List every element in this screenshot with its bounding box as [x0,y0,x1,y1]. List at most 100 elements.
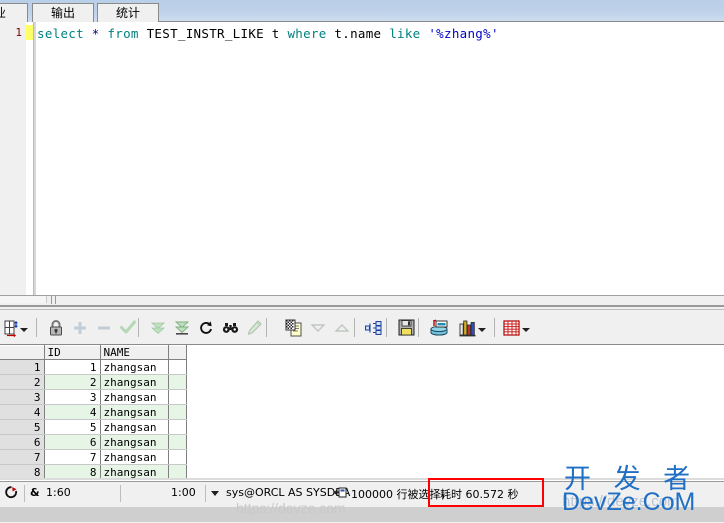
insert-row-button[interactable] [68,315,92,340]
save-button[interactable] [394,315,418,340]
cell-id[interactable]: 4 [44,404,101,420]
highlight-button[interactable] [242,315,266,340]
splitter-grip-icon [55,296,56,304]
cell-name[interactable]: zhangsan [100,404,169,420]
floppy-disk-icon [398,319,414,336]
sql-code-line[interactable]: select * from TEST_INSTR_LIKE t where t.… [37,26,499,41]
fetch-next-page-button[interactable] [146,315,170,340]
table-row[interactable]: 5 5 zhangsan [0,419,187,435]
cell-rownum[interactable]: 2 [0,374,45,390]
find-button[interactable] [218,315,242,340]
watermark-url-secondary: https://devze.com [236,500,346,516]
column-header-name[interactable]: NAME [100,345,169,360]
grid-style-button[interactable] [500,315,524,340]
cell-pad[interactable] [168,404,187,420]
sql-token-string-literal: '%zhang%' [428,26,499,41]
cell-pad[interactable] [168,359,187,375]
toolbar-separator [266,318,267,337]
connection-dropdown-icon[interactable] [211,491,219,496]
table-body: 1 1 zhangsan 2 2 zhangsan 3 3 zhangsan 4 4 zhangsan… [0,359,187,480]
connection-info: sys@ORCL AS SYSDBA [226,486,351,499]
cell-pad[interactable] [168,419,187,435]
line-modified-marker [26,25,33,40]
copy-document-icon [285,319,301,336]
post-changes-button[interactable] [116,315,140,340]
table-row[interactable]: 7 7 zhangsan [0,449,187,465]
cell-rownum[interactable]: 4 [0,404,45,420]
cell-name[interactable]: zhangsan [100,419,169,435]
cell-id[interactable]: 6 [44,434,101,450]
results-table: ID NAME 1 1 zhangsan 2 2 zhangsan 3 3 zhangsan 4 4… [0,345,187,480]
splitter-grip-icon [51,296,52,304]
delete-row-button[interactable] [92,315,116,340]
tab-partial[interactable]: 业 [0,3,28,22]
results-grid[interactable]: ID NAME 1 1 zhangsan 2 2 zhangsan 3 3 zhangsan 4 4… [0,344,724,481]
cell-name[interactable]: zhangsan [100,374,169,390]
toolbar-separator [494,318,495,337]
red-table-icon [503,319,520,336]
fetch-last-page-button[interactable] [170,315,194,340]
export-data-button[interactable] [428,315,452,340]
cell-id[interactable]: 1 [44,359,101,375]
double-down-arrow-icon [150,322,166,334]
grid-view-dropdown[interactable] [20,326,29,335]
column-header-pad[interactable] [168,345,187,360]
marker-pen-icon [247,319,262,335]
sql-space-1 [84,26,92,41]
cell-rownum[interactable]: 1 [0,359,45,375]
cell-rownum[interactable]: 7 [0,449,45,465]
cell-pad[interactable] [168,374,187,390]
tab-output-label: 输出 [50,6,75,20]
cell-name[interactable]: zhangsan [100,449,169,465]
check-icon [120,320,136,334]
cell-pad[interactable] [168,434,187,450]
status-bar-footer [0,507,724,522]
grid-bottom-edge [0,478,724,480]
node-tree-icon [365,320,382,335]
sql-token-select: select [37,26,84,41]
line-number: 1 [15,26,22,39]
cell-rownum[interactable]: 5 [0,419,45,435]
table-row[interactable]: 3 3 zhangsan [0,389,187,405]
sql-editor-pane[interactable]: 1 select * from TEST_INSTR_LIKE t where … [0,22,724,296]
tab-output[interactable]: 输出 [32,3,94,22]
sort-descending-button[interactable] [306,315,330,340]
cell-pad[interactable] [168,449,187,465]
column-header-id[interactable]: ID [44,345,101,360]
copy-to-clipboard-button[interactable] [282,315,306,340]
tab-statistics[interactable]: 统计 [97,3,159,22]
cell-rownum[interactable]: 3 [0,389,45,405]
cell-id[interactable]: 5 [44,419,101,435]
cell-name[interactable]: zhangsan [100,434,169,450]
chart-button[interactable] [456,315,480,340]
table-row[interactable]: 1 1 zhangsan [0,359,187,375]
cell-pad[interactable] [168,389,187,405]
table-row[interactable]: 4 4 zhangsan [0,404,187,420]
grid-layout-icon [4,320,18,337]
cursor-position: 1:60 [46,486,71,499]
chart-dropdown[interactable] [478,326,487,335]
cell-id[interactable]: 7 [44,449,101,465]
minus-icon [98,326,110,329]
sort-ascending-button[interactable] [330,315,354,340]
splitter-left-block [0,296,47,303]
table-header-row: ID NAME [0,345,187,360]
refresh-button[interactable] [194,315,218,340]
elapsed-time-highlight-box [428,478,544,507]
cell-rownum[interactable]: 6 [0,434,45,450]
cell-name[interactable]: zhangsan [100,359,169,375]
splitter-divider-shadow [0,309,724,310]
column-header-rownum[interactable] [0,345,45,360]
table-row[interactable]: 2 2 zhangsan [0,374,187,390]
table-row[interactable]: 6 6 zhangsan [0,434,187,450]
cell-id[interactable]: 3 [44,389,101,405]
query-builder-button[interactable] [362,315,386,340]
cell-id[interactable]: 2 [44,374,101,390]
lock-button[interactable] [44,315,68,340]
session-state-icon[interactable] [5,486,18,502]
bar-chart-icon [459,320,476,336]
grid-style-dropdown[interactable] [522,326,531,335]
cell-name[interactable]: zhangsan [100,389,169,405]
pane-splitter[interactable] [0,296,724,305]
results-toolbar [0,311,724,344]
